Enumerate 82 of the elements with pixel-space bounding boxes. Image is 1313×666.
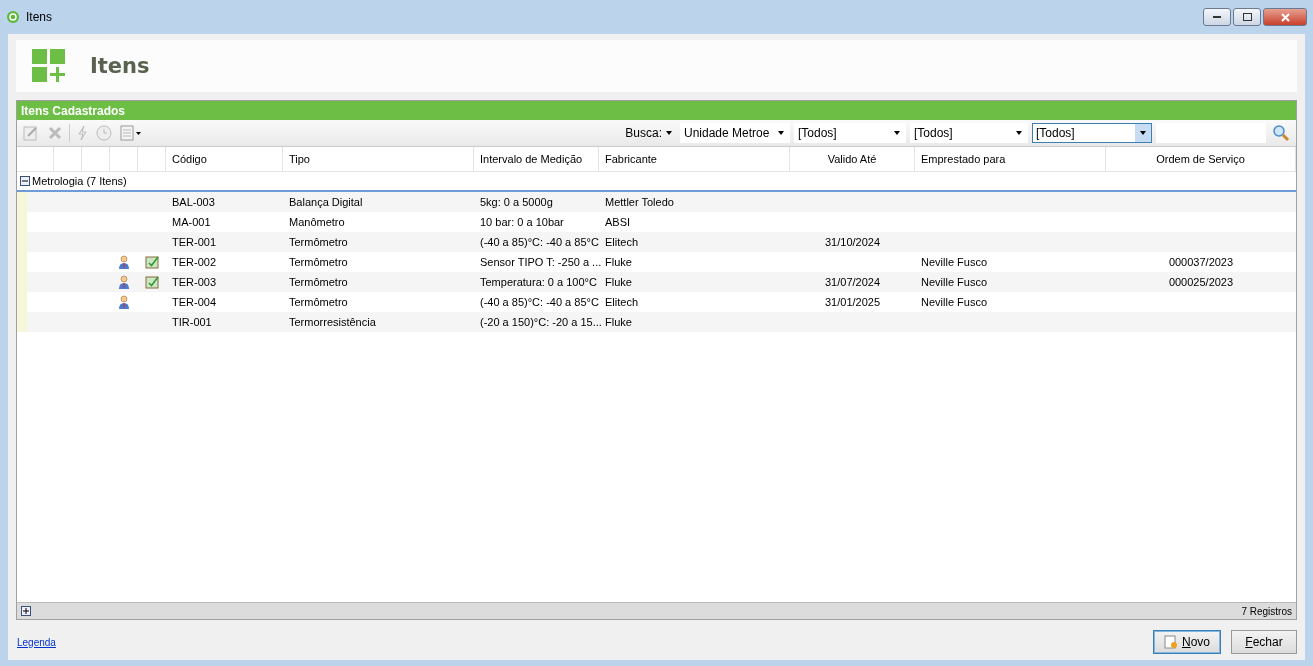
person-icon — [117, 295, 131, 309]
table-cell-text: TIR-001 — [171, 315, 213, 330]
table-cell-text: Neville Fusco — [920, 275, 989, 290]
person-icon — [117, 255, 131, 269]
person-icon — [117, 275, 131, 289]
table-cell-text: 000037/2023 — [1167, 255, 1235, 270]
panel-title: Itens Cadastrados — [17, 101, 1296, 120]
minimize-button[interactable] — [1203, 8, 1231, 26]
table-cell-text: Termômetro — [288, 235, 349, 250]
caret-icon — [894, 131, 900, 135]
column-header[interactable]: Ordem de Serviço — [1106, 147, 1296, 171]
new-document-icon — [1164, 635, 1178, 649]
table-cell-text: Termômetro — [288, 275, 349, 290]
table-cell-text: TER-001 — [171, 235, 218, 250]
table-cell-text: 31/07/2024 — [823, 275, 882, 290]
caret-icon — [666, 131, 672, 135]
filter-dropdown[interactable]: Unidade Metroe — [680, 123, 790, 143]
search-icon[interactable] — [1270, 122, 1292, 144]
caret-icon — [778, 131, 784, 135]
table-cell-text: BAL-003 — [171, 195, 216, 210]
record-count: 7 Registros — [1241, 605, 1292, 617]
search-label: Busca: — [625, 126, 662, 140]
table-cell-text: (-40 a 85)°C: -40 a 85°C — [479, 235, 599, 250]
caret-icon — [1016, 131, 1022, 135]
column-header[interactable]: Fabricante — [599, 147, 790, 171]
table-cell-text: Termômetro — [288, 295, 349, 310]
filter-dropdown[interactable]: [Todos] — [794, 123, 906, 143]
table-cell-text: Termorresistência — [288, 315, 377, 330]
table-cell-text: Neville Fusco — [920, 295, 989, 310]
filter-dropdown[interactable]: [Todos] — [910, 123, 1028, 143]
table-cell-text: TER-002 — [171, 255, 218, 270]
table-cell-text: Balança Digital — [288, 195, 364, 210]
group-label: Metrologia (7 Itens) — [32, 175, 127, 187]
column-header[interactable]: Intervalo de Medição — [474, 147, 599, 171]
table-cell-text: MA-001 — [171, 215, 212, 230]
table-cell-text: Mettler Toledo — [604, 195, 675, 210]
collapse-toggle[interactable] — [20, 176, 30, 186]
caret-icon — [1140, 131, 1146, 135]
minimize-icon — [1213, 15, 1221, 19]
table-cell-text: (-20 a 150)°C: -20 a 15... — [479, 315, 599, 330]
page-title: Itens — [90, 54, 150, 78]
row-indicator — [17, 192, 27, 212]
grid-plus-icon — [32, 49, 66, 83]
table-cell-text: 31/01/2025 — [823, 295, 882, 310]
column-header[interactable]: Tipo — [283, 147, 474, 171]
certificate-icon — [144, 255, 160, 269]
close-form-button[interactable]: Fechar — [1231, 630, 1297, 654]
table-cell-text: TER-004 — [171, 295, 218, 310]
table-cell-text: Manômetro — [288, 215, 346, 230]
table-cell-text: 10 bar: 0 a 10bar — [479, 215, 565, 230]
table-cell-text: Neville Fusco — [920, 255, 989, 270]
minus-icon — [22, 178, 28, 184]
table-cell-text: Sensor TIPO T: -250 a ... — [479, 255, 599, 270]
table-cell-text: TER-003 — [171, 275, 218, 290]
app-logo-icon — [6, 10, 20, 24]
table-cell-text: Termômetro — [288, 255, 349, 270]
table-cell-text: 000025/2023 — [1167, 275, 1235, 290]
close-button[interactable] — [1263, 8, 1307, 26]
table-cell-text: Elitech — [604, 295, 640, 310]
new-button[interactable]: Novo — [1153, 630, 1221, 654]
maximize-icon — [1242, 13, 1252, 21]
legend-link[interactable]: Legenda — [17, 636, 56, 648]
close-icon — [1280, 12, 1290, 22]
table-cell-text: 5kg: 0 a 5000g — [479, 195, 554, 210]
row-indicator — [17, 312, 27, 332]
maximize-button[interactable] — [1233, 8, 1261, 26]
column-header[interactable]: Emprestado para — [915, 147, 1106, 171]
table-cell-text: ABSI — [604, 215, 632, 230]
table-cell-text: Temperatura: 0 a 100°C — [479, 275, 598, 290]
column-header[interactable]: Valido Até — [790, 147, 915, 171]
column-header[interactable]: Código — [166, 147, 283, 171]
filter-dropdown[interactable]: [Todos] — [1032, 123, 1152, 143]
table-cell-text: (-40 a 85)°C: -40 a 85°C — [479, 295, 599, 310]
table-cell-text: Elitech — [604, 235, 640, 250]
report-icon[interactable] — [118, 122, 144, 144]
certificate-icon — [144, 275, 160, 289]
table-cell-text: 31/10/2024 — [823, 235, 882, 250]
plus-icon — [23, 608, 29, 614]
expand-toggle[interactable] — [21, 606, 31, 616]
search-mode-dropdown[interactable]: Busca: — [621, 126, 676, 140]
table-cell-text: Fluke — [604, 275, 633, 290]
window-title: Itens — [26, 10, 52, 24]
